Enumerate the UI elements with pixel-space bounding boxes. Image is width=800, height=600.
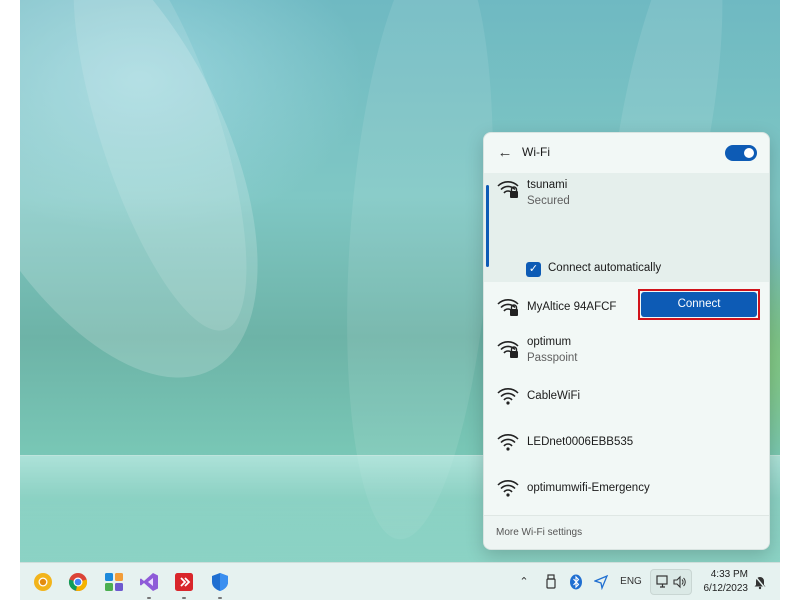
network-item-lednet[interactable]: LEDnet0006EBB535 <box>484 424 769 464</box>
chrome-icon[interactable] <box>68 572 88 592</box>
network-item-optimum[interactable]: optimum Passpoint <box>484 331 769 375</box>
chrome-canary-icon[interactable] <box>33 572 53 592</box>
running-indicator <box>182 597 186 599</box>
wifi-flyout: ← Wi-Fi tsunami Secured ✓ Connect automa… <box>483 132 770 550</box>
network-volume-group[interactable] <box>650 569 692 595</box>
network-item-optimumwifi-emergency[interactable]: optimumwifi-Emergency <box>484 470 769 510</box>
notification-bell-icon[interactable] <box>753 574 767 590</box>
visual-studio-icon[interactable] <box>139 572 159 592</box>
volume-icon <box>673 575 686 589</box>
remote-app-icon[interactable] <box>174 572 194 592</box>
arrow-left-icon: ← <box>497 144 513 161</box>
network-name: tsunami <box>527 179 568 191</box>
wifi-secured-icon <box>497 341 519 358</box>
network-status: Passpoint <box>527 352 578 364</box>
running-indicator <box>147 597 151 599</box>
chevron-up-icon[interactable]: ⌃ <box>517 574 531 590</box>
connect-automatically-checkbox[interactable]: ✓ <box>526 262 541 277</box>
network-name: MyAltice 94AFCF <box>527 301 617 313</box>
network-item-myaltice[interactable]: MyAltice 94AFCF <box>484 287 769 327</box>
taskbar: ⌃ ENG 4:33 PM 6/12/2023 <box>20 562 780 600</box>
network-name: CableWiFi <box>527 390 581 402</box>
toggle-knob <box>744 148 754 158</box>
shield-icon[interactable] <box>210 572 230 592</box>
back-button[interactable]: ← <box>494 143 516 163</box>
flyout-title: Wi-Fi <box>522 145 550 159</box>
network-name: LEDnet0006EBB535 <box>527 436 634 448</box>
widgets-icon[interactable] <box>104 572 124 592</box>
running-indicator <box>218 597 222 599</box>
usb-icon[interactable] <box>544 574 558 590</box>
flyout-header: ← Wi-Fi <box>484 133 769 173</box>
network-item-tsunami[interactable]: tsunami Secured ✓ Connect automatically <box>484 173 769 282</box>
bluetooth-icon[interactable] <box>569 574 583 590</box>
more-wifi-settings-link[interactable]: More Wi-Fi settings <box>496 527 582 538</box>
wifi-icon <box>497 480 519 497</box>
wifi-icon <box>497 434 519 451</box>
language-indicator[interactable]: ENG <box>618 574 644 590</box>
network-item-cablewifi[interactable]: CableWiFi <box>484 378 769 418</box>
network-status: Secured <box>527 195 570 207</box>
wifi-icon <box>497 388 519 405</box>
location-icon[interactable] <box>594 574 608 590</box>
network-icon <box>656 575 668 588</box>
flyout-footer: More Wi-Fi settings <box>484 515 769 549</box>
network-name: optimum <box>527 336 572 348</box>
screen: ← Wi-Fi tsunami Secured ✓ Connect automa… <box>20 0 780 600</box>
wifi-secured-icon <box>497 181 519 198</box>
connect-automatically-label: Connect automatically <box>548 262 662 274</box>
wifi-toggle[interactable] <box>725 145 757 161</box>
clock-time[interactable]: 4:33 PM <box>700 569 748 580</box>
network-name: optimumwifi-Emergency <box>527 482 650 494</box>
checkmark-icon: ✓ <box>528 263 539 275</box>
selection-indicator <box>486 185 489 267</box>
clock-date[interactable]: 6/12/2023 <box>700 583 749 594</box>
wifi-secured-icon <box>497 299 519 316</box>
